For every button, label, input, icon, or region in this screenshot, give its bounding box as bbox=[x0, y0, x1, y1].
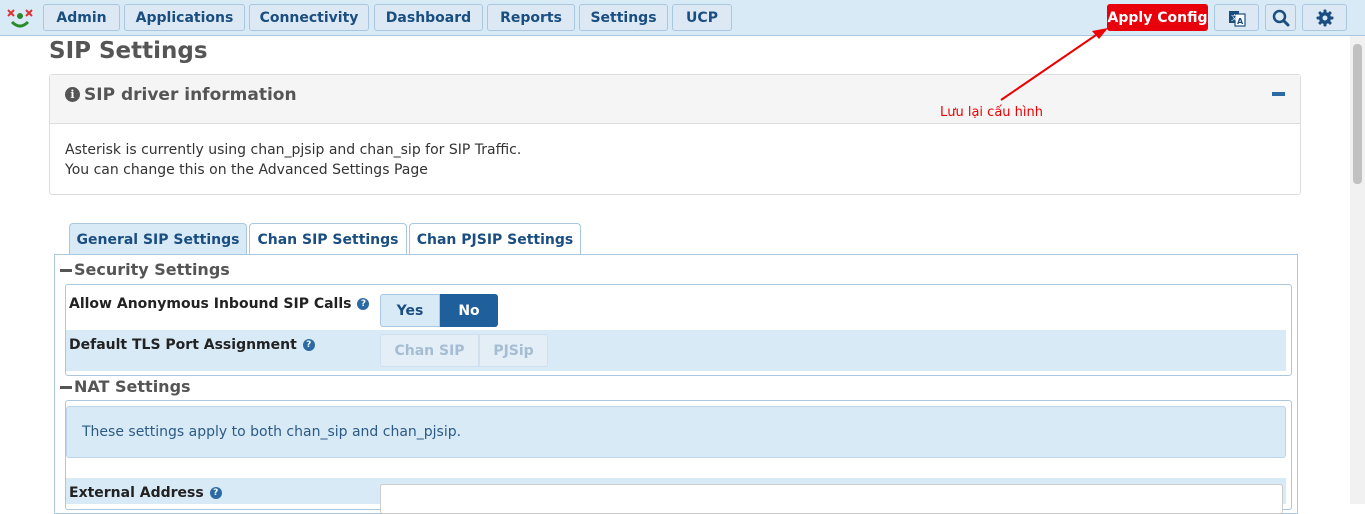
tab-general-sip-settings[interactable]: General SIP Settings bbox=[69, 223, 247, 255]
help-icon[interactable]: ? bbox=[302, 339, 315, 351]
top-navbar: Admin Applications Connectivity Dashboar… bbox=[0, 0, 1365, 36]
scrollbar-thumb[interactable] bbox=[1353, 44, 1362, 184]
collapse-icon[interactable] bbox=[1272, 92, 1285, 96]
help-icon[interactable]: ? bbox=[209, 487, 222, 499]
logo-icon[interactable] bbox=[2, 4, 38, 30]
advanced-settings-hint: You can change this on the Advanced Sett… bbox=[65, 162, 428, 178]
nav-connectivity[interactable]: Connectivity bbox=[249, 4, 369, 31]
tab-chan-sip-settings[interactable]: Chan SIP Settings bbox=[249, 223, 407, 255]
annotation-arrow-icon bbox=[1000, 28, 1108, 101]
svg-text:A: A bbox=[1237, 17, 1244, 26]
anon-calls-no-button[interactable]: No bbox=[440, 294, 498, 327]
nav-ucp[interactable]: UCP bbox=[672, 4, 732, 31]
language-button[interactable]: 文 A bbox=[1214, 4, 1259, 31]
search-button[interactable] bbox=[1265, 4, 1296, 31]
external-address-input[interactable] bbox=[380, 484, 1283, 514]
panel-title: SIP driver information bbox=[84, 85, 297, 105]
nat-section-title[interactable]: NAT Settings bbox=[60, 377, 191, 396]
anon-calls-yes-button[interactable]: Yes bbox=[380, 294, 440, 327]
collapse-icon bbox=[60, 269, 72, 272]
panel-body: Asterisk is currently using chan_pjsip a… bbox=[50, 124, 1300, 196]
nav-applications[interactable]: Applications bbox=[124, 4, 245, 31]
driver-info-line: Asterisk is currently using chan_pjsip a… bbox=[65, 142, 522, 158]
nat-info-note: These settings apply to both chan_sip an… bbox=[66, 406, 1286, 458]
search-icon bbox=[1272, 9, 1289, 26]
nav-reports[interactable]: Reports bbox=[487, 4, 575, 31]
security-section-title[interactable]: Security Settings bbox=[60, 260, 230, 279]
annotation-label: Lưu lại cấu hình bbox=[940, 105, 1043, 120]
tab-chan-pjsip-settings[interactable]: Chan PJSIP Settings bbox=[409, 223, 581, 255]
nav-admin[interactable]: Admin bbox=[43, 4, 120, 31]
apply-config-button[interactable]: Apply Config bbox=[1107, 4, 1208, 31]
page-title: SIP Settings bbox=[49, 38, 208, 64]
nav-settings[interactable]: Settings bbox=[579, 4, 668, 31]
collapse-icon bbox=[60, 386, 72, 389]
gear-icon bbox=[1316, 9, 1333, 26]
tls-pjsip-button[interactable]: PJSip bbox=[479, 334, 548, 367]
tls-port-label: Default TLS Port Assignment? bbox=[69, 337, 315, 353]
language-icon: 文 A bbox=[1228, 10, 1246, 27]
nav-dashboard[interactable]: Dashboard bbox=[374, 4, 483, 31]
settings-button[interactable] bbox=[1302, 4, 1347, 31]
info-icon: i bbox=[65, 87, 80, 102]
external-address-label: External Address? bbox=[69, 485, 222, 501]
tls-chan-sip-button[interactable]: Chan SIP bbox=[380, 334, 479, 367]
help-icon[interactable]: ? bbox=[357, 298, 370, 310]
anon-calls-label: Allow Anonymous Inbound SIP Calls? bbox=[69, 296, 370, 312]
